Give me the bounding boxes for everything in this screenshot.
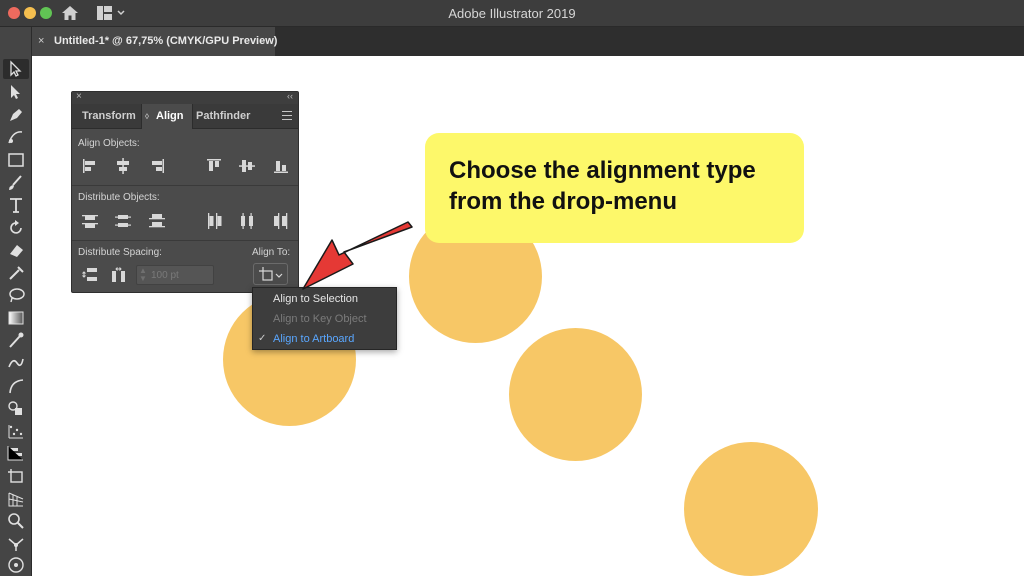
document-tab[interactable]: × Untitled-1* @ 67,75% (CMYK/GPU Preview…	[32, 27, 278, 56]
checkmark-icon: ✓	[258, 333, 267, 344]
title-bar: Adobe Illustrator 2019	[0, 0, 1024, 27]
panel-close-icon[interactable]: ×	[76, 91, 82, 102]
vertical-distribute-space-icon[interactable]	[81, 266, 99, 284]
panel-menu-icon[interactable]	[282, 111, 292, 123]
distribute-spacing-label: Distribute Spacing:	[78, 247, 162, 258]
menu-item-label: Align to Key Object	[273, 313, 367, 325]
align-to-label: Align To:	[252, 247, 291, 258]
panel-divider	[72, 240, 298, 241]
align-to-dropdown-button[interactable]	[253, 263, 288, 285]
horizontal-align-center-icon[interactable]	[114, 157, 132, 175]
curvature-tool-icon[interactable]	[3, 127, 29, 147]
tab-transform[interactable]: Transform	[74, 104, 144, 129]
distribute-objects-label: Distribute Objects:	[78, 192, 160, 203]
horizontal-align-right-icon[interactable]	[148, 157, 166, 175]
horizontal-distribute-center-icon[interactable]	[238, 212, 256, 230]
align-to-dropdown-menu: Align to Selection Align to Key Object ✓…	[252, 287, 397, 350]
close-tab-icon[interactable]: ×	[38, 35, 44, 47]
paintbrush-tool-icon[interactable]	[3, 173, 29, 193]
selection-tool-icon[interactable]	[3, 59, 29, 79]
perspective-grid-tool-icon[interactable]	[3, 489, 29, 509]
eyedropper-tool-2-icon[interactable]	[3, 330, 29, 350]
lasso-tool-icon[interactable]	[3, 285, 29, 305]
blend-tool-icon[interactable]	[3, 353, 29, 373]
panel-divider	[72, 185, 298, 186]
puppet-warp-tool-icon[interactable]	[3, 534, 29, 554]
spacing-input[interactable]	[151, 268, 211, 283]
shape-builder-tool-icon[interactable]	[3, 398, 29, 418]
spacing-stepper-icon[interactable]: ▲ ▼	[139, 267, 147, 283]
menu-item-align-to-selection[interactable]: Align to Selection	[253, 289, 396, 309]
symbol-sprayer-tool-icon[interactable]	[3, 555, 29, 575]
align-panel: × ‹‹ Transform ◊ Align Pathfinder Align O…	[71, 91, 299, 293]
horizontal-distribute-space-icon[interactable]	[110, 266, 128, 284]
horizontal-distribute-right-icon[interactable]	[272, 212, 290, 230]
tab-align[interactable]: ◊ Align	[141, 104, 193, 129]
vertical-distribute-center-icon[interactable]	[114, 212, 132, 230]
vertical-align-top-icon[interactable]	[205, 157, 223, 175]
menu-item-align-to-key-object: Align to Key Object	[253, 309, 396, 329]
instruction-callout: Choose the alignment type from the drop-…	[425, 133, 804, 243]
pen-tool-icon[interactable]	[3, 105, 29, 125]
document-tab-strip: × Untitled-1* @ 67,75% (CMYK/GPU Preview…	[0, 27, 1024, 56]
vertical-distribute-top-icon[interactable]	[81, 212, 99, 230]
callout-text: Choose the alignment type from the drop-…	[449, 157, 756, 215]
app-title: Adobe Illustrator 2019	[448, 6, 576, 21]
horizontal-distribute-left-icon[interactable]	[205, 212, 223, 230]
bar-graph-tool-icon[interactable]	[3, 443, 29, 463]
eyedropper-tool-icon[interactable]	[3, 262, 29, 282]
type-tool-icon[interactable]	[3, 195, 29, 215]
rotate-tool-icon[interactable]	[3, 218, 29, 238]
yellow-circle-3[interactable]	[509, 328, 642, 461]
align-objects-label: Align Objects:	[78, 138, 140, 149]
panel-tabs: Transform ◊ Align Pathfinder	[72, 104, 298, 129]
document-tab-label: Untitled-1* @ 67,75% (CMYK/GPU Preview)	[54, 35, 278, 47]
vertical-align-bottom-icon[interactable]	[272, 157, 290, 175]
scatter-tool-icon[interactable]	[3, 421, 29, 441]
vertical-align-center-icon[interactable]	[238, 157, 256, 175]
gradient-tool-icon[interactable]	[3, 308, 29, 328]
direct-selection-tool-icon[interactable]	[3, 82, 29, 102]
spacing-value-field[interactable]: ▲ ▼	[136, 265, 214, 285]
menu-item-label: Align to Artboard	[273, 333, 355, 345]
eraser-tool-icon[interactable]	[3, 240, 29, 260]
tab-pathfinder[interactable]: Pathfinder	[188, 104, 258, 129]
menu-item-align-to-artboard[interactable]: ✓ Align to Artboard	[253, 329, 396, 349]
menu-item-label: Align to Selection	[273, 293, 358, 305]
rectangle-tool-icon[interactable]	[3, 150, 29, 170]
panel-collapse-icon[interactable]: ‹‹	[287, 91, 293, 101]
arc-tool-icon[interactable]	[3, 376, 29, 396]
tab-align-label: Align	[156, 110, 184, 122]
vertical-distribute-bottom-icon[interactable]	[148, 212, 166, 230]
horizontal-align-left-icon[interactable]	[81, 157, 99, 175]
tab-order-icon: ◊	[145, 112, 149, 121]
panel-header[interactable]: × ‹‹	[72, 91, 298, 104]
tools-panel	[0, 27, 32, 576]
artboard-tool-icon[interactable]	[3, 466, 29, 486]
zoom-tool-icon[interactable]	[3, 511, 29, 531]
yellow-circle-4[interactable]	[684, 442, 818, 576]
